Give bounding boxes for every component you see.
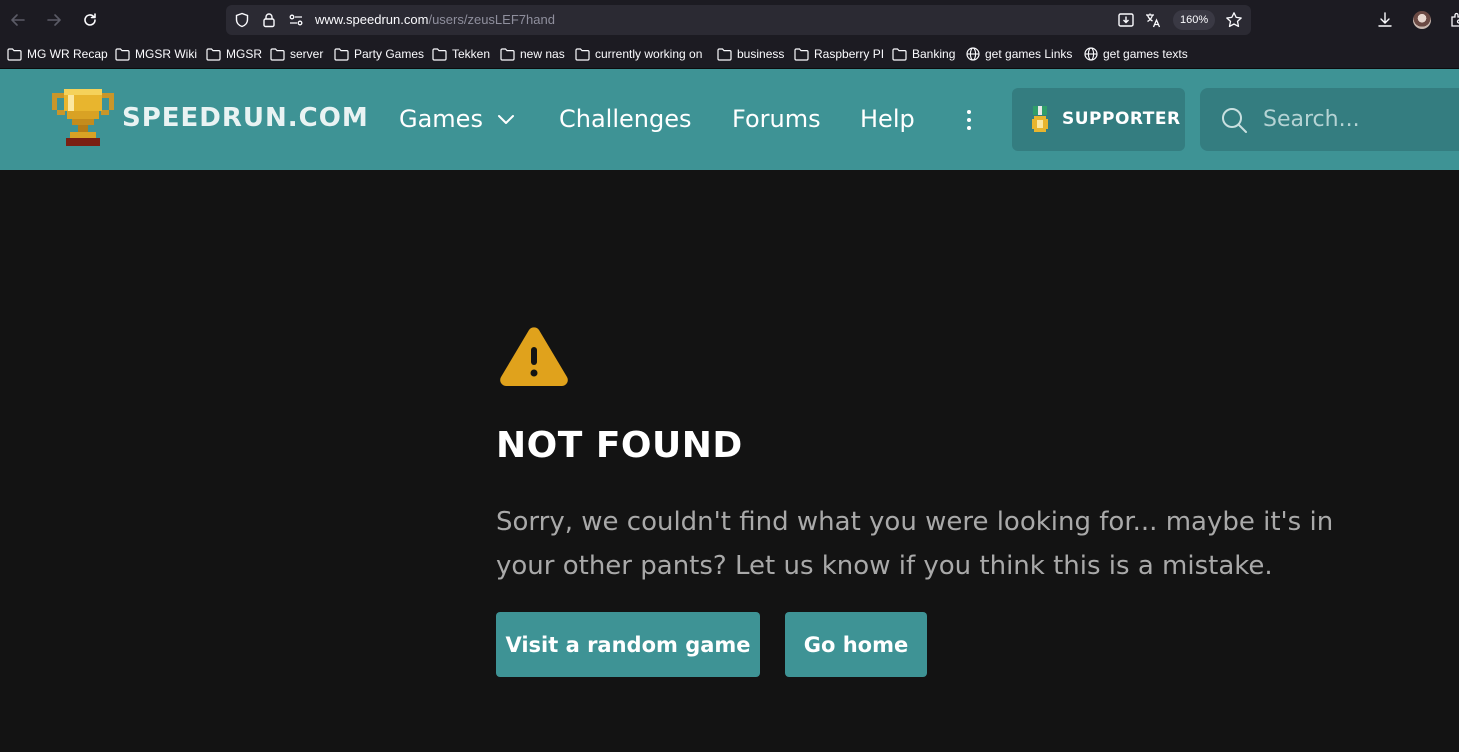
- bookmark-item[interactable]: MGSR: [206, 47, 262, 61]
- bookmark-item[interactable]: get games Links: [966, 47, 1072, 61]
- url-text[interactable]: www.speedrun.com/users/zeusLEF7hand: [315, 12, 555, 27]
- site-logo[interactable]: SPEEDRUN.COM: [122, 103, 369, 133]
- warning-icon: [500, 327, 568, 386]
- trophy-icon[interactable]: [52, 89, 114, 146]
- star-icon[interactable]: [1225, 11, 1243, 29]
- back-button[interactable]: [6, 8, 30, 32]
- search-placeholder: Search...: [1263, 107, 1360, 132]
- more-menu-icon[interactable]: [963, 109, 975, 131]
- browser-toolbar: www.speedrun.com/users/zeusLEF7hand 160%: [0, 0, 1459, 40]
- bookmark-label: get games Links: [985, 47, 1073, 61]
- nav-games-label: Games: [399, 105, 483, 133]
- install-page-icon[interactable]: [1117, 11, 1135, 29]
- arrow-right-icon: [47, 14, 61, 26]
- bookmark-item[interactable]: server: [270, 47, 323, 61]
- bookmark-item[interactable]: Banking: [892, 47, 955, 61]
- search-icon: [1222, 108, 1247, 133]
- zoom-level[interactable]: 160%: [1173, 10, 1216, 30]
- bookmark-label: MGSR Wiki: [135, 47, 197, 61]
- bookmark-item[interactable]: MGSR Wiki: [115, 47, 197, 61]
- bookmark-label: MG WR Recap: [27, 47, 108, 61]
- folder-icon: [334, 47, 349, 61]
- account-avatar[interactable]: [1413, 11, 1431, 29]
- bookmark-label: Tekken: [452, 47, 491, 61]
- nav-help[interactable]: Help: [860, 105, 915, 133]
- search-input[interactable]: Search...: [1200, 88, 1459, 151]
- folder-icon: [892, 47, 907, 61]
- extensions-icon[interactable]: [1448, 11, 1459, 29]
- bookmark-label: business: [737, 47, 785, 61]
- nav-challenges[interactable]: Challenges: [559, 105, 692, 133]
- bookmark-label: get games texts: [1103, 47, 1188, 61]
- bookmark-item[interactable]: Raspberry PI: [794, 47, 884, 61]
- supporter-button[interactable]: SUPPORTER: [1012, 88, 1185, 151]
- bookmark-item[interactable]: MG WR Recap: [7, 47, 108, 61]
- error-message: Sorry, we couldn't find what you were lo…: [496, 507, 1334, 581]
- url-path: /users/zeusLEF7hand: [428, 12, 555, 27]
- bookmark-item[interactable]: get games texts: [1084, 47, 1188, 61]
- bookmark-item[interactable]: currently working on: [575, 47, 702, 61]
- supporter-label: SUPPORTER: [1062, 109, 1181, 129]
- bookmarks-bar: MG WR Recap MGSR Wiki MGSR server Party …: [0, 40, 1459, 69]
- nav-forums[interactable]: Forums: [732, 105, 821, 133]
- folder-icon: [575, 47, 590, 61]
- bookmark-item[interactable]: new nas: [500, 47, 565, 61]
- reload-button[interactable]: [78, 8, 102, 32]
- folder-icon: [500, 47, 515, 61]
- random-game-button[interactable]: Visit a random game: [496, 612, 760, 677]
- bookmark-item[interactable]: Party Games: [334, 47, 424, 61]
- permissions-icon[interactable]: [288, 12, 304, 28]
- reload-icon: [84, 13, 96, 26]
- go-home-button[interactable]: Go home: [785, 612, 927, 677]
- site-header: SPEEDRUN.COM Games Challenges Forums Hel…: [0, 69, 1459, 170]
- bookmark-label: new nas: [520, 47, 565, 61]
- nav-games[interactable]: Games: [399, 105, 515, 133]
- download-icon[interactable]: [1376, 11, 1394, 29]
- bookmark-label: Raspberry PI: [814, 47, 885, 61]
- folder-icon: [206, 47, 221, 61]
- shield-icon: [235, 12, 249, 28]
- url-bar[interactable]: www.speedrun.com/users/zeusLEF7hand 160%: [226, 5, 1251, 35]
- folder-icon: [794, 47, 809, 61]
- globe-icon: [1084, 47, 1098, 61]
- bookmark-item[interactable]: business: [717, 47, 784, 61]
- folder-icon: [115, 47, 130, 61]
- bookmark-item[interactable]: Tekken: [432, 47, 490, 61]
- bookmark-label: currently working on: [595, 47, 703, 61]
- translate-icon[interactable]: [1144, 11, 1162, 29]
- arrow-left-icon: [11, 14, 25, 26]
- bookmark-label: Party Games: [354, 47, 425, 61]
- page-title: NOT FOUND: [496, 425, 743, 466]
- medal-icon: [1032, 106, 1048, 132]
- folder-icon: [717, 47, 732, 61]
- bookmark-label: Banking: [912, 47, 956, 61]
- bookmark-label: MGSR: [226, 47, 262, 61]
- url-host: www.speedrun.com: [315, 12, 429, 27]
- chevron-down-icon: [497, 114, 514, 124]
- folder-icon: [432, 47, 447, 61]
- lock-icon[interactable]: [261, 12, 277, 28]
- folder-icon: [270, 47, 285, 61]
- globe-icon: [966, 47, 980, 61]
- folder-icon: [7, 47, 22, 61]
- bookmark-label: server: [290, 47, 324, 61]
- forward-button[interactable]: [42, 8, 66, 32]
